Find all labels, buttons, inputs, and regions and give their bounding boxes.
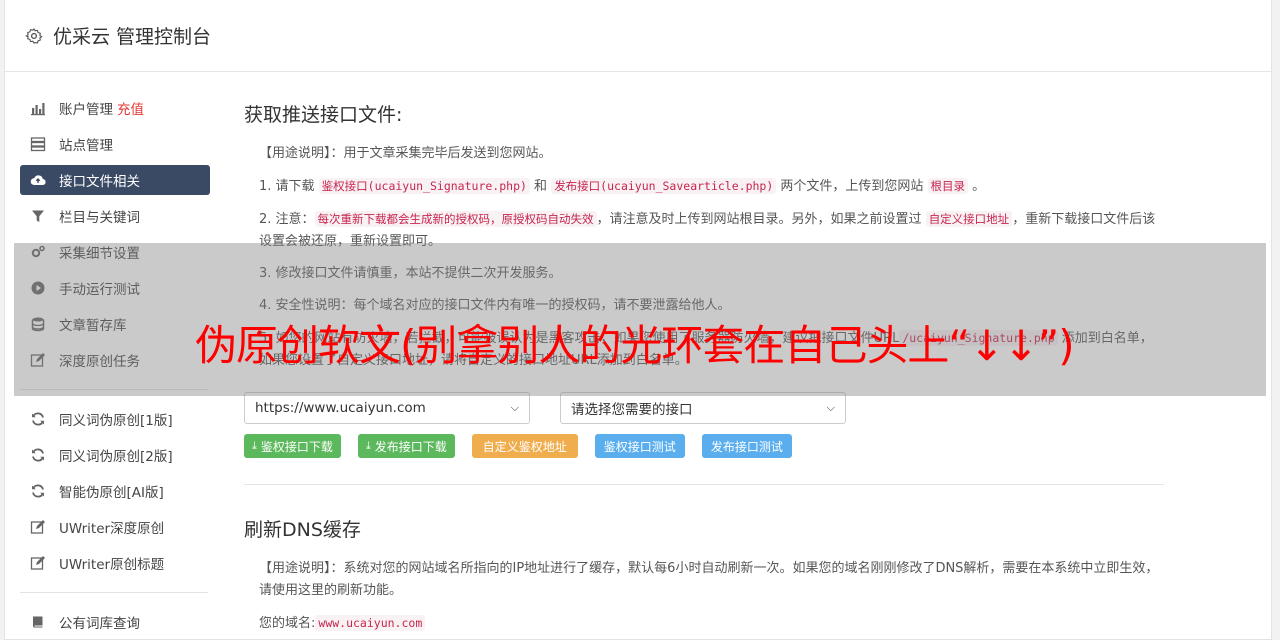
auth-warning-code: 每次重新下载都会生成新的授权码，原授权码自动失效: [314, 211, 597, 227]
custom-auth-address-button[interactable]: 自定义鉴权地址: [471, 434, 578, 458]
sidebar-item-label: 栏目与关键词: [59, 210, 140, 226]
sidebar-item-uwriter-title[interactable]: UWriter原创标题: [20, 548, 210, 578]
signature-test-button[interactable]: 鉴权接口测试: [594, 434, 685, 458]
refresh-icon: [32, 412, 44, 426]
sidebar-item-label: UWriter原创标题: [59, 557, 165, 573]
chevron-down-icon: ⌵: [510, 401, 519, 414]
app-title: 优采云 管理控制台: [53, 26, 212, 48]
root-dir-code: 根目录: [927, 178, 969, 194]
site-select[interactable]: https://www.ucaiyun.com ⌵: [244, 392, 530, 424]
bar-chart-icon: [31, 103, 45, 116]
dns-usage-note: 【用途说明】：系统对您的网站域名所指向的IP地址进行了缓存，默认每6小时自动刷新…: [259, 561, 1159, 598]
sidebar-item-account[interactable]: 账户管理 充值: [20, 93, 210, 123]
select-row: https://www.ucaiyun.com ⌵ 请选择您需要的接口 ⌵: [244, 392, 1164, 424]
button-row: ⤓ 鉴权接口下载 ⤓ 发布接口下载 自定义鉴权地址 鉴权接口测试 发布接口测试: [244, 434, 1164, 458]
server-icon: [30, 137, 46, 152]
sidebar-item-label: 公有词库查询: [59, 616, 140, 632]
download-icon: ⤓: [252, 439, 257, 452]
recharge-link[interactable]: 充值: [117, 98, 144, 118]
sidebar-item-sites[interactable]: 站点管理: [20, 129, 210, 159]
edit-icon: [30, 520, 45, 534]
overlay-title: 伪原创软文(别拿别人的光环套在自己头上“↓↓”): [195, 321, 1075, 370]
gear-icon: [25, 27, 43, 44]
publish-download-button[interactable]: ⤓ 发布接口下载: [357, 434, 455, 458]
sidebar-item-label: 接口文件相关: [59, 174, 140, 190]
cloud-upload-icon: [30, 175, 46, 186]
top-bar: 优采云 管理控制台: [5, 0, 1271, 72]
custom-interface-code: 自定义接口地址: [925, 211, 1013, 227]
step-1: 1. 请下载 鉴权接口(ucaiyun_Signature.php) 和 发布接…: [259, 178, 986, 194]
sidebar-divider: [20, 592, 208, 593]
sidebar-item-interface-files[interactable]: 接口文件相关: [20, 165, 210, 195]
signature-file-code: 鉴权接口(ucaiyun_Signature.php): [318, 178, 530, 194]
refresh-icon: [32, 448, 44, 462]
section-title-dns: 刷新DNS缓存: [244, 519, 361, 541]
usage-note: 【用途说明】：用于文章采集完毕后发送到您网站。: [259, 146, 552, 161]
download-icon: ⤓: [365, 439, 371, 452]
publish-test-button[interactable]: 发布接口测试: [701, 434, 792, 458]
sidebar-item-label: 账户管理: [59, 102, 113, 118]
sidebar-item-label: 智能伪原创[AI版]: [59, 485, 164, 501]
signature-download-button[interactable]: ⤓ 鉴权接口下载: [244, 434, 341, 458]
edit-icon: [30, 556, 45, 570]
sidebar-item-synonym-v2[interactable]: 同义词伪原创[2版]: [20, 440, 210, 470]
savearticle-file-code: 发布接口(ucaiyun_Savearticle.php): [551, 178, 777, 194]
sidebar-item-label: 同义词伪原创[2版]: [59, 449, 173, 465]
interface-select[interactable]: 请选择您需要的接口 ⌵: [560, 392, 846, 424]
section-title-interface-files: 获取推送接口文件:: [244, 104, 403, 126]
filter-icon: [32, 210, 44, 222]
domain-row: 您的域名: www.ucaiyun.com: [244, 612, 1164, 635]
sidebar-item-label: UWriter深度原创: [59, 521, 165, 537]
refresh-icon: [32, 484, 44, 498]
sidebar-item-label: 同义词伪原创[1版]: [59, 413, 173, 429]
sidebar-item-label: 站点管理: [59, 138, 113, 154]
sidebar-item-synonym-v1[interactable]: 同义词伪原创[1版]: [20, 404, 210, 434]
section-divider: [244, 484, 1164, 485]
sidebar-item-smart-ai[interactable]: 智能伪原创[AI版]: [20, 476, 210, 506]
sidebar-item-public-dictionary[interactable]: 公有词库查询: [20, 607, 210, 637]
sidebar-item-uwriter-deep[interactable]: UWriter深度原创: [20, 512, 210, 542]
chevron-down-icon: ⌵: [826, 401, 835, 414]
sidebar-item-columns-keywords[interactable]: 栏目与关键词: [20, 201, 210, 231]
book-icon: [32, 616, 43, 628]
domain-value: www.ucaiyun.com: [315, 615, 426, 631]
